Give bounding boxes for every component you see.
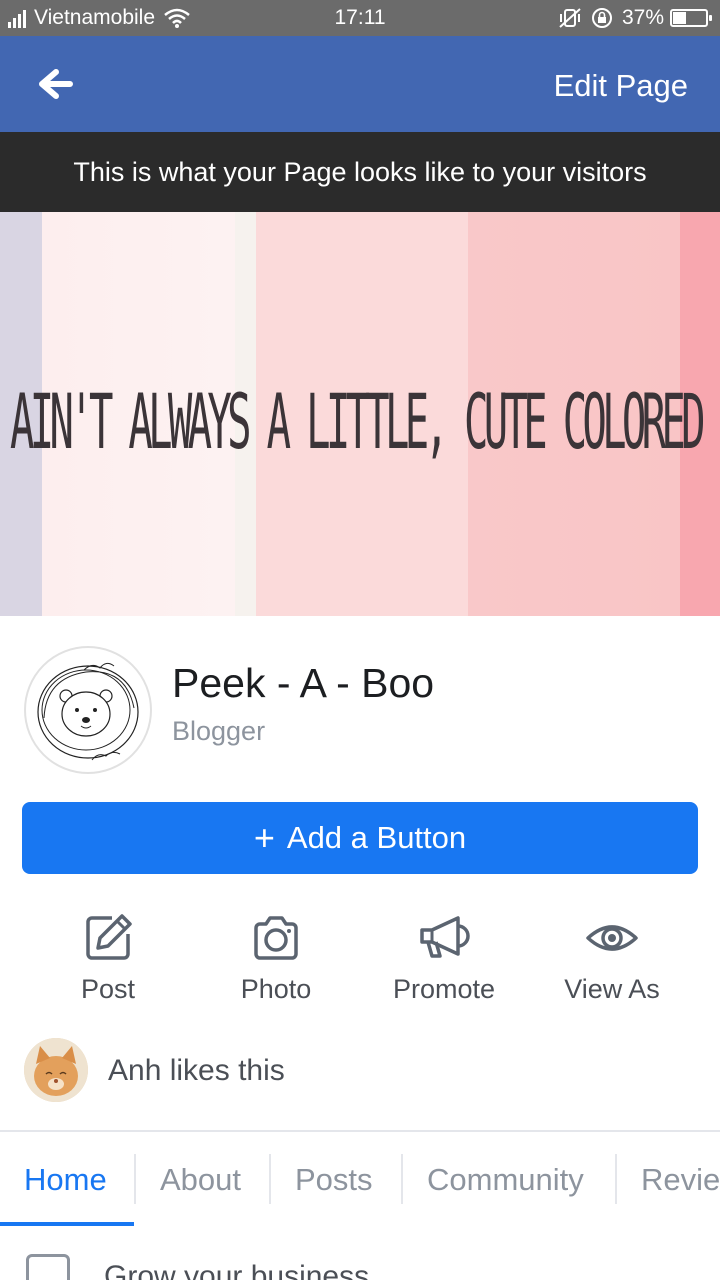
likes-row[interactable]: Anh likes this [0,1036,720,1108]
cat-avatar-icon [24,1038,88,1102]
megaphone-icon [420,916,470,958]
promote-action[interactable]: Promote [360,912,528,1005]
page-actions: Post Photo Promote View As [0,912,720,1012]
plus-icon: + [253,817,275,858]
tab-divider [401,1154,403,1204]
bear-drawing-icon [37,662,139,761]
status-right: 37% [558,6,712,30]
battery-icon [670,9,712,27]
edit-page-button[interactable]: Edit Page [554,68,688,104]
business-icon [26,1254,70,1280]
visitor-preview-banner: This is what your Page looks like to you… [0,132,720,212]
eye-icon [586,925,638,951]
view-as-label: View As [564,974,660,1004]
photo-action[interactable]: Photo [192,912,360,1005]
page-profile-picture[interactable] [24,646,152,774]
cover-text: AIN'T ALWAYS A LITTLE, CUTE COLORED FL [10,380,720,467]
arrow-left-icon [39,69,73,99]
tab-divider [269,1154,271,1204]
post-label: Post [80,974,136,1004]
tab-about[interactable]: About [160,1162,241,1198]
grow-business-label: Grow your business [104,1260,370,1280]
add-a-button[interactable]: + Add a Button [22,802,698,874]
active-tab-indicator [0,1222,134,1226]
add-button-label: Add a Button [286,820,467,855]
app-bar: Edit Page [0,36,720,132]
page-category: Blogger [172,716,266,746]
tab-posts[interactable]: Posts [295,1162,373,1198]
status-bar: Vietnamobile 17:11 37% [0,0,720,36]
cover-photo[interactable]: AIN'T ALWAYS A LITTLE, CUTE COLORED FL [0,212,720,616]
camera-icon [254,916,298,960]
photo-label: Photo [240,974,312,1004]
back-button[interactable] [30,62,82,106]
likes-text: Anh likes this [108,1054,285,1087]
tab-reviews[interactable]: Revie [641,1162,720,1198]
page-name: Peek - A - Boo [172,660,435,706]
tab-community[interactable]: Community [427,1162,584,1198]
promote-label: Promote [392,974,496,1004]
tab-divider [134,1154,136,1204]
tab-home[interactable]: Home [24,1162,107,1198]
friend-avatar[interactable] [24,1038,88,1102]
vibrate-mute-icon [559,8,581,28]
tab-divider [615,1154,617,1204]
page-tabs: Home About Posts Community Revie [0,1132,720,1228]
edit-icon [86,914,132,960]
battery-level [673,12,686,24]
battery-percent: 37% [621,6,664,29]
view-as-action[interactable]: View As [528,912,696,1005]
post-action[interactable]: Post [24,912,192,1005]
rotation-lock-icon [591,8,612,28]
grow-business-row[interactable]: Grow your business [0,1240,720,1280]
